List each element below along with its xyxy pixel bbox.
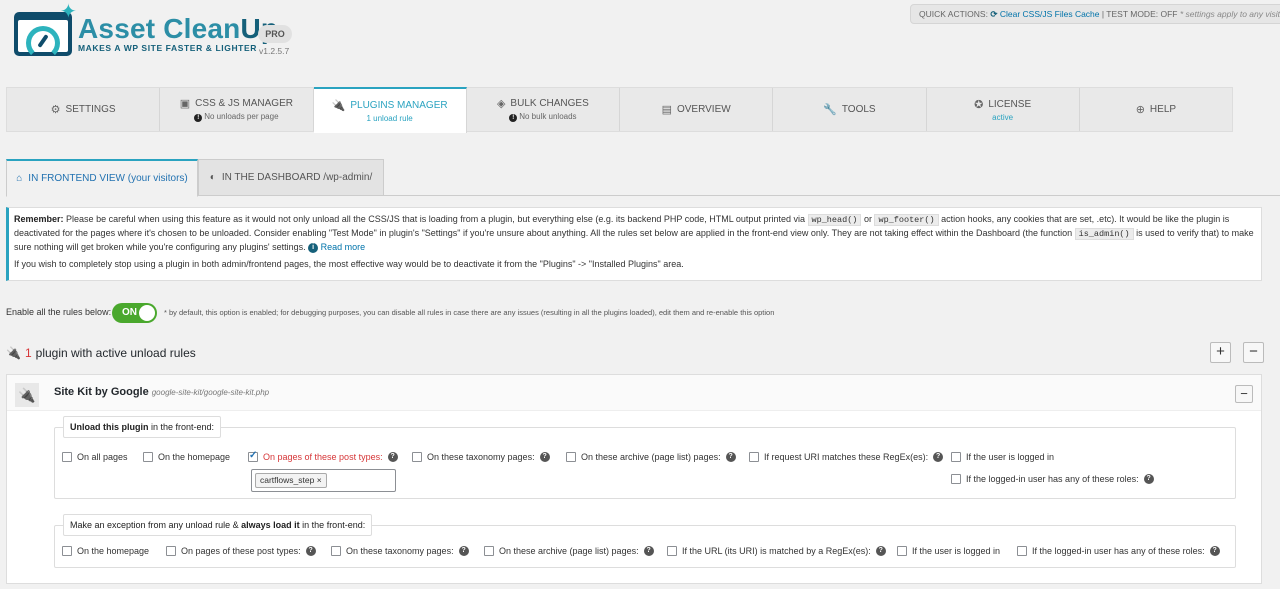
checkbox[interactable] bbox=[484, 546, 494, 556]
help-icon[interactable]: ? bbox=[725, 452, 736, 462]
unload-archive-option[interactable]: On these archive (page list) pages: ? bbox=[566, 452, 736, 462]
unload-user-roles-option[interactable]: If the logged-in user has any of these r… bbox=[951, 474, 1154, 484]
help-icon[interactable]: ? bbox=[539, 452, 550, 462]
wrench-icon: 🔧 bbox=[823, 104, 837, 116]
exception-homepage-option[interactable]: On the homepage bbox=[62, 546, 149, 556]
layers-icon: ◈ bbox=[496, 98, 506, 110]
pro-badge: PRO bbox=[258, 25, 292, 43]
info-icon: i bbox=[308, 242, 319, 253]
help-icon[interactable]: ? bbox=[458, 546, 469, 556]
exception-legend: Make an exception from any unload rule &… bbox=[63, 514, 373, 536]
plug-icon: 🔌 bbox=[6, 346, 21, 360]
home-icon: ⌂ bbox=[16, 173, 23, 184]
unload-legend: Unload this plugin in the front-end: bbox=[63, 416, 222, 438]
award-icon: ✪ bbox=[974, 98, 984, 111]
checkbox[interactable] bbox=[62, 452, 72, 462]
gear-icon: ⚙ bbox=[50, 104, 61, 116]
tab-plugins-manager[interactable]: 🔌 PLUGINS MANAGER 1 unload rule bbox=[313, 87, 467, 133]
tab-bulk-changes[interactable]: ◈ BULK CHANGES ! No bulk unloads bbox=[467, 88, 620, 131]
checkbox[interactable] bbox=[331, 546, 341, 556]
collapse-all-button[interactable]: − bbox=[1243, 342, 1264, 363]
quick-actions-bar: QUICK ACTIONS: ⟳ Clear CSS/JS Files Cach… bbox=[910, 4, 1280, 24]
quick-actions-label: QUICK ACTIONS: bbox=[919, 9, 988, 19]
view-tabs: ⌂ IN FRONTEND VIEW (your visitors) ◐ IN … bbox=[6, 159, 1280, 197]
help-icon[interactable]: ? bbox=[933, 452, 944, 462]
unload-post-types-option[interactable]: On pages of these post types: ? bbox=[248, 450, 398, 462]
checkbox[interactable] bbox=[667, 546, 677, 556]
checkbox[interactable] bbox=[951, 474, 961, 484]
expand-all-button[interactable]: + bbox=[1210, 342, 1231, 363]
exception-archive-option[interactable]: On these archive (page list) pages: ? bbox=[484, 546, 654, 556]
unload-regex-option[interactable]: If request URI matches these RegEx(es): … bbox=[749, 452, 944, 462]
plugin-card-header: 🔌 Site Kit by Google google-site-kit/goog… bbox=[7, 375, 1261, 411]
document-icon: ▤ bbox=[661, 104, 672, 116]
exception-taxonomy-option[interactable]: On these taxonomy pages: ? bbox=[331, 546, 469, 556]
version: v1.2.5.7 bbox=[259, 46, 290, 56]
main-tabs: ⚙ SETTINGS ▣ CSS & JS MANAGER ! No unloads … bbox=[6, 87, 1233, 133]
plugin-icon: 🔌 bbox=[15, 383, 39, 407]
checkbox[interactable] bbox=[951, 452, 961, 462]
unload-homepage-option[interactable]: On the homepage bbox=[143, 452, 230, 462]
plug-icon: 🔌 bbox=[331, 100, 346, 112]
help-icon[interactable]: ? bbox=[1209, 546, 1220, 556]
tab-dashboard-view[interactable]: ◐ IN THE DASHBOARD /wp-admin/ bbox=[198, 159, 384, 196]
help-icon[interactable]: ? bbox=[643, 546, 654, 556]
checkbox[interactable] bbox=[897, 546, 907, 556]
tab-plugins-manager-sub: 1 unload rule bbox=[366, 114, 413, 123]
logo-title: Asset CleanUp bbox=[78, 13, 278, 44]
post-types-select[interactable]: cartflows_step × bbox=[251, 469, 396, 492]
alert-icon: ! bbox=[509, 114, 518, 122]
checkbox[interactable] bbox=[412, 452, 422, 462]
help-icon[interactable]: ? bbox=[305, 546, 316, 556]
selected-post-type-tag: cartflows_step × bbox=[255, 473, 327, 488]
unload-taxonomy-option[interactable]: On these taxonomy pages: ? bbox=[412, 452, 550, 462]
enable-rules-label: Enable all the rules below: bbox=[6, 307, 112, 317]
checkbox[interactable] bbox=[248, 450, 258, 462]
enable-rules-toggle[interactable]: ON bbox=[112, 303, 157, 323]
tab-frontend-view[interactable]: ⌂ IN FRONTEND VIEW (your visitors) bbox=[6, 159, 198, 197]
alert-icon: ! bbox=[194, 114, 203, 122]
remember-notice: Remember: Please be careful when using t… bbox=[6, 207, 1262, 281]
plugin-path: google-site-kit/google-site-kit.php bbox=[151, 388, 270, 397]
remove-tag-icon[interactable]: × bbox=[317, 475, 322, 485]
quick-actions-hint: * settings apply to any visitor bbox=[1179, 9, 1280, 19]
plugin-card: 🔌 Site Kit by Google google-site-kit/goog… bbox=[6, 374, 1262, 584]
logo-subtitle: MAKES A WP SITE FASTER & LIGHTER bbox=[78, 43, 257, 53]
tab-css-js-manager[interactable]: ▣ CSS & JS MANAGER ! No unloads per page bbox=[160, 88, 314, 131]
exception-logged-in-option[interactable]: If the user is logged in bbox=[897, 546, 1000, 556]
read-more-link[interactable]: Read more bbox=[321, 242, 366, 252]
enable-rules-hint: * by default, this option is enabled; fo… bbox=[164, 308, 775, 317]
plugin-name: Site Kit by Google google-site-kit/google… bbox=[54, 386, 270, 398]
checkbox[interactable] bbox=[62, 546, 72, 556]
unload-logged-in-option[interactable]: If the user is logged in bbox=[951, 452, 1054, 462]
checkbox[interactable] bbox=[166, 546, 176, 556]
checkbox[interactable] bbox=[1017, 546, 1027, 556]
exception-user-roles-option[interactable]: If the logged-in user has any of these r… bbox=[1017, 546, 1220, 556]
tab-license[interactable]: ✪ LICENSE active bbox=[927, 88, 1080, 131]
checkbox[interactable] bbox=[143, 452, 153, 462]
collapse-plugin-button[interactable]: − bbox=[1235, 385, 1253, 403]
refresh-icon: ⟳ bbox=[990, 9, 998, 19]
test-mode-status: | TEST MODE: OFF bbox=[1101, 9, 1178, 19]
help-icon[interactable]: ? bbox=[1143, 474, 1154, 484]
checkbox[interactable] bbox=[749, 452, 759, 462]
help-icon[interactable]: ? bbox=[387, 452, 398, 462]
help-icon[interactable]: ? bbox=[875, 546, 886, 556]
dashboard-icon: ◐ bbox=[209, 172, 216, 183]
tab-tools[interactable]: 🔧 TOOLS bbox=[773, 88, 927, 131]
lifebuoy-icon: ⊕ bbox=[1135, 104, 1145, 116]
tab-settings[interactable]: ⚙ SETTINGS bbox=[7, 88, 161, 131]
unload-rules-fieldset bbox=[54, 427, 1236, 499]
tab-overview[interactable]: ▤ OVERVIEW bbox=[620, 88, 774, 131]
license-status: active bbox=[992, 112, 1014, 122]
tab-help[interactable]: ⊕ HELP bbox=[1080, 88, 1232, 131]
clear-cache-link[interactable]: Clear CSS/JS Files Cache bbox=[1000, 9, 1100, 19]
file-icon: ▣ bbox=[179, 98, 191, 110]
exception-regex-option[interactable]: If the URL (its URI) is matched by a Reg… bbox=[667, 546, 886, 556]
exception-post-types-option[interactable]: On pages of these post types: ? bbox=[166, 546, 316, 556]
unload-all-pages-option[interactable]: On all pages bbox=[62, 452, 128, 462]
plugins-heading: 🔌 1 plugin with active unload rules bbox=[6, 346, 196, 360]
checkbox[interactable] bbox=[566, 452, 576, 462]
sparkle-icon: ✦ bbox=[60, 1, 77, 23]
